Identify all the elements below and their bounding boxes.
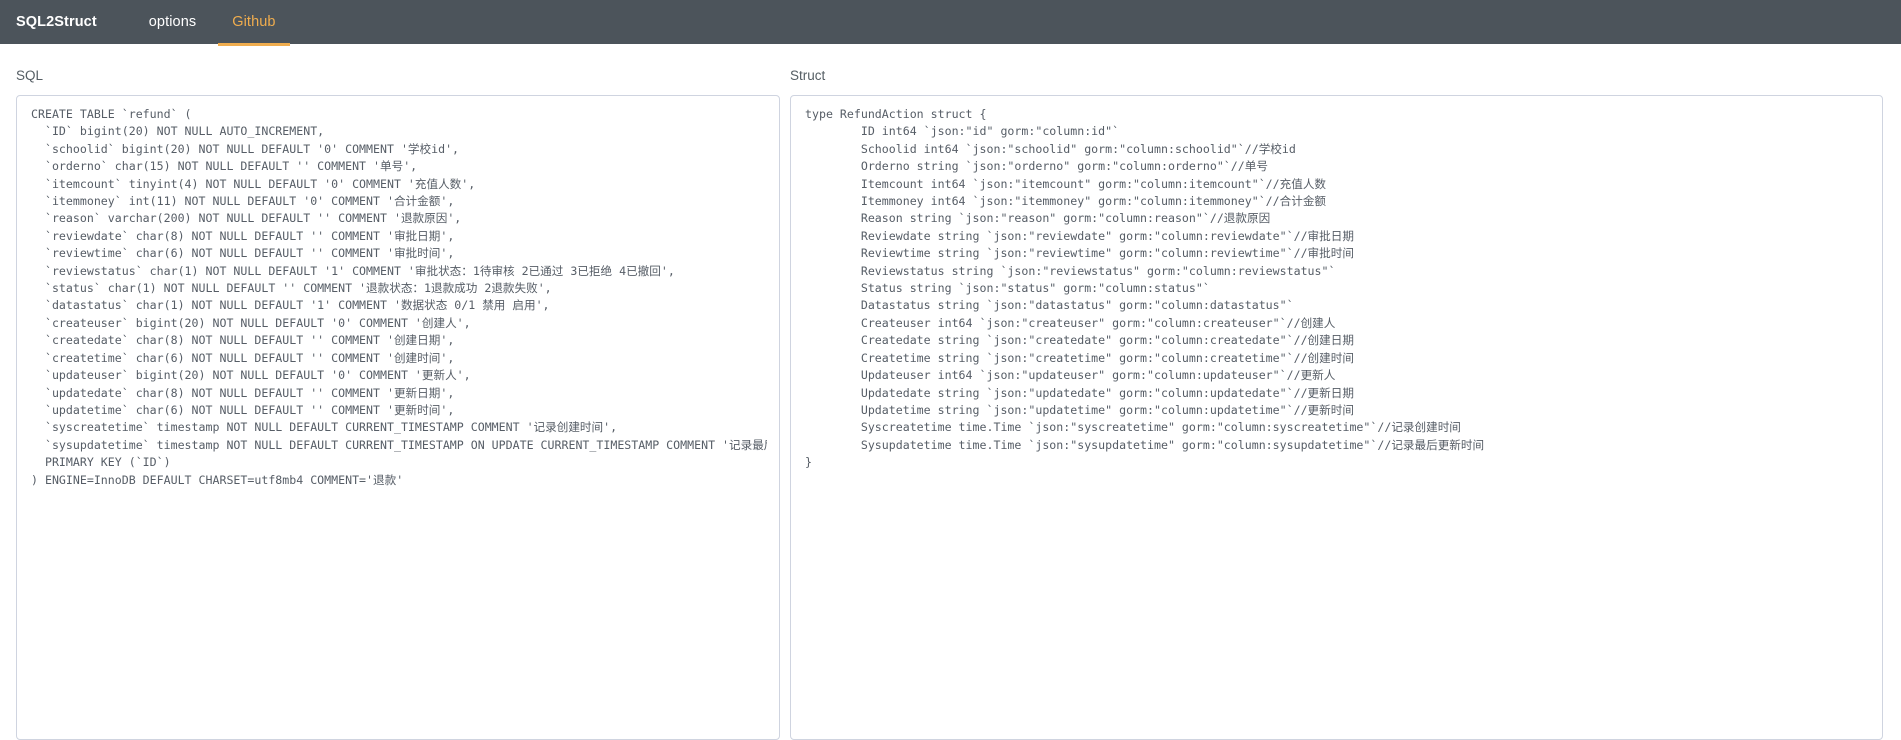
sql-panel: SQL CREATE TABLE `refund` ( `ID` bigint(… <box>0 44 790 740</box>
nav-item-options[interactable]: options <box>131 0 214 44</box>
top-navbar: SQL2Struct options Github <box>0 0 1901 44</box>
sql-panel-label: SQL <box>16 68 780 83</box>
nav-brand-label: SQL2Struct <box>16 14 97 30</box>
main-content: SQL CREATE TABLE `refund` ( `ID` bigint(… <box>0 44 1901 740</box>
nav-item-github[interactable]: Github <box>214 0 293 44</box>
nav-brand-sql2struct[interactable]: SQL2Struct <box>10 0 131 44</box>
struct-panel: Struct type RefundAction struct { ID int… <box>790 44 1901 740</box>
sql-code-text[interactable]: CREATE TABLE `refund` ( `ID` bigint(20) … <box>31 106 767 489</box>
nav-item-options-label: options <box>149 14 196 30</box>
sql-input-box[interactable]: CREATE TABLE `refund` ( `ID` bigint(20) … <box>16 95 780 740</box>
struct-panel-label: Struct <box>790 68 1883 83</box>
nav-item-github-label: Github <box>232 14 275 30</box>
struct-code-text[interactable]: type RefundAction struct { ID int64 `jso… <box>805 106 1870 472</box>
struct-output-box[interactable]: type RefundAction struct { ID int64 `jso… <box>790 95 1883 740</box>
